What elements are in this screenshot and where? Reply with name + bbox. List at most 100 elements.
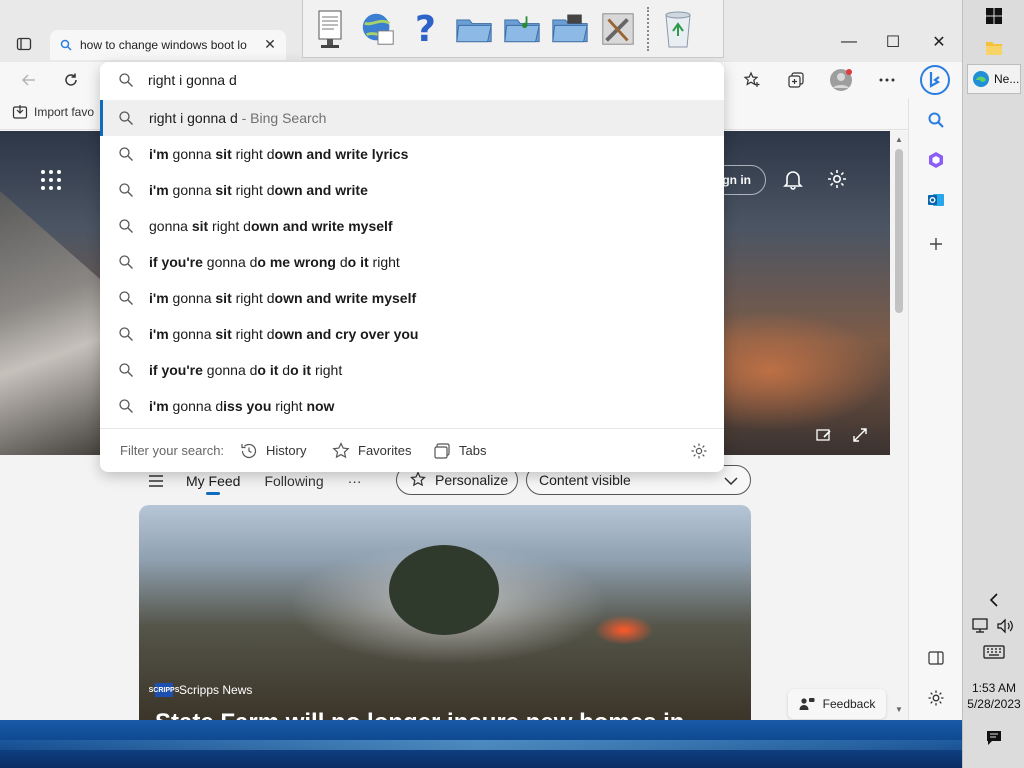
suggestion-item[interactable]: if you're gonna do it do it right	[100, 352, 724, 388]
page-scrollbar[interactable]: ▲ ▼	[890, 131, 908, 720]
touch-keyboard-button[interactable]	[978, 638, 1010, 666]
action-center-button[interactable]	[978, 724, 1010, 752]
file-explorer-button[interactable]	[978, 34, 1010, 62]
browser-window: how to change windows boot lo ✕ — ☐ ✕ Im…	[0, 0, 962, 720]
suggestion-item[interactable]: i'm gonna sit right down and write lyric…	[100, 136, 724, 172]
chevron-left-icon	[989, 593, 998, 607]
sidebar-add-button[interactable]	[922, 230, 950, 258]
news-source-name: Scripps News	[179, 683, 253, 697]
suggestion-text: i'm gonna diss you right now	[149, 398, 335, 414]
hamburger-menu-icon[interactable]	[148, 474, 164, 488]
apps-launcher-button[interactable]	[40, 169, 62, 194]
launch-tools[interactable]	[599, 7, 637, 51]
search-icon	[119, 147, 133, 161]
sidebar-layout-button[interactable]	[922, 644, 950, 672]
search-icon	[119, 183, 133, 197]
collections-icon	[788, 72, 804, 88]
feed-more-button[interactable]: ···	[348, 473, 362, 489]
chevron-down-icon	[724, 477, 738, 485]
bing-chat-button[interactable]	[918, 63, 952, 97]
filter-history-button[interactable]: History	[240, 442, 306, 460]
sidebar-outlook-button[interactable]	[922, 186, 950, 214]
profile-button[interactable]	[826, 66, 856, 94]
suggestion-item[interactable]: i'm gonna sit right down and cry over yo…	[100, 316, 724, 352]
network-button[interactable]	[969, 612, 991, 640]
settings-more-button[interactable]	[872, 66, 902, 94]
suggestion-item-bing[interactable]: right i gonna d - Bing Search	[100, 100, 724, 136]
filter-favorites-label: Favorites	[358, 443, 412, 458]
back-button[interactable]	[14, 66, 44, 94]
launch-recycle-bin[interactable]	[659, 7, 697, 51]
suggestion-item[interactable]: i'm gonna sit right down and write	[100, 172, 724, 208]
folder-icon	[986, 42, 1002, 55]
filter-favorites-button[interactable]: Favorites	[332, 441, 412, 460]
suggestion-text: i'm gonna sit right down and cry over yo…	[149, 326, 419, 342]
edge-sidebar	[908, 98, 962, 720]
scroll-thumb[interactable]	[895, 149, 903, 313]
import-favorites-link[interactable]: Import favo	[12, 104, 94, 120]
network-icon	[972, 618, 988, 633]
split-screen-icon	[928, 651, 944, 665]
sidebar-search-button[interactable]	[922, 106, 950, 134]
suggestion-text: if you're gonna do it do it right	[149, 362, 343, 378]
filter-tabs-label: Tabs	[459, 443, 487, 458]
launch-folder-music[interactable]	[503, 7, 541, 51]
show-hidden-icons-button[interactable]	[978, 586, 1010, 614]
minimize-button[interactable]: —	[826, 28, 872, 56]
news-card[interactable]: SCRIPPS Scripps News State Farm will no …	[139, 505, 751, 720]
tab-actions-button[interactable]	[10, 30, 38, 58]
suggestion-item[interactable]: i'm gonna sit right down and write mysel…	[100, 280, 724, 316]
news-headline[interactable]: State Farm will no longer insure new hom…	[155, 709, 684, 720]
search-filter-bar: Filter your search: History Favorites Ta…	[100, 428, 724, 472]
toolbar-separator	[647, 6, 649, 51]
volume-button[interactable]	[993, 612, 1017, 640]
close-button[interactable]: ✕	[916, 28, 962, 56]
notifications-button[interactable]	[780, 166, 806, 192]
news-source: SCRIPPS Scripps News	[149, 683, 253, 697]
edit-background-button[interactable]	[814, 425, 834, 445]
avatar	[830, 69, 852, 91]
search-icon	[119, 399, 133, 413]
tab-following[interactable]: Following	[264, 473, 323, 489]
taskbar-edge-app[interactable]: Ne...	[967, 64, 1021, 94]
news-image-tree	[389, 545, 499, 635]
suggestion-text: i'm gonna sit right down and write	[149, 182, 368, 198]
clock-time: 1:53 AM	[971, 681, 1017, 695]
expand-button[interactable]	[850, 425, 870, 445]
refresh-button[interactable]	[56, 66, 86, 94]
maximize-button[interactable]: ☐	[870, 28, 916, 56]
grid-icon	[41, 170, 61, 190]
launch-folder-1[interactable]	[455, 7, 493, 51]
page-settings-button[interactable]	[824, 166, 850, 192]
suggestion-item[interactable]: gonna sit right down and write myself	[100, 208, 724, 244]
tab-my-feed[interactable]: My Feed	[186, 473, 240, 495]
scroll-up-arrow[interactable]: ▲	[894, 135, 904, 145]
collections-button[interactable]	[781, 66, 811, 94]
filter-tabs-button[interactable]: Tabs	[433, 442, 486, 460]
search-icon	[119, 291, 133, 305]
launch-notepad[interactable]	[311, 7, 349, 51]
launch-help[interactable]: ?	[407, 7, 445, 51]
address-input[interactable]	[148, 70, 688, 90]
suggestion-item[interactable]: if you're gonna do me wrong do it right	[100, 244, 724, 280]
add-favorite-button[interactable]	[737, 66, 767, 94]
taskbar-edge-label: Ne...	[994, 72, 1020, 86]
notification-icon	[987, 731, 1001, 745]
launch-folder-video[interactable]	[551, 7, 589, 51]
start-button[interactable]	[978, 2, 1010, 30]
edit-image-icon	[816, 429, 831, 441]
feedback-button[interactable]: Feedback	[788, 689, 886, 719]
scroll-down-arrow[interactable]: ▼	[894, 705, 904, 715]
search-settings-button[interactable]	[690, 442, 708, 460]
tab-actions-icon	[16, 37, 32, 51]
sidebar-office-button[interactable]	[922, 146, 950, 174]
bell-icon	[783, 171, 803, 190]
gear-icon	[828, 170, 846, 188]
address-bar	[100, 62, 724, 98]
sidebar-settings-button[interactable]	[922, 684, 950, 712]
launch-internet-explorer[interactable]	[359, 7, 397, 51]
tab-close-button[interactable]: ✕	[262, 36, 278, 52]
suggestion-item[interactable]: i'm gonna diss you right now	[100, 388, 724, 424]
taskbar-clock[interactable]: 1:53 AM 5/28/2023	[963, 680, 1024, 712]
tab-active[interactable]: how to change windows boot lo ✕	[50, 30, 286, 60]
